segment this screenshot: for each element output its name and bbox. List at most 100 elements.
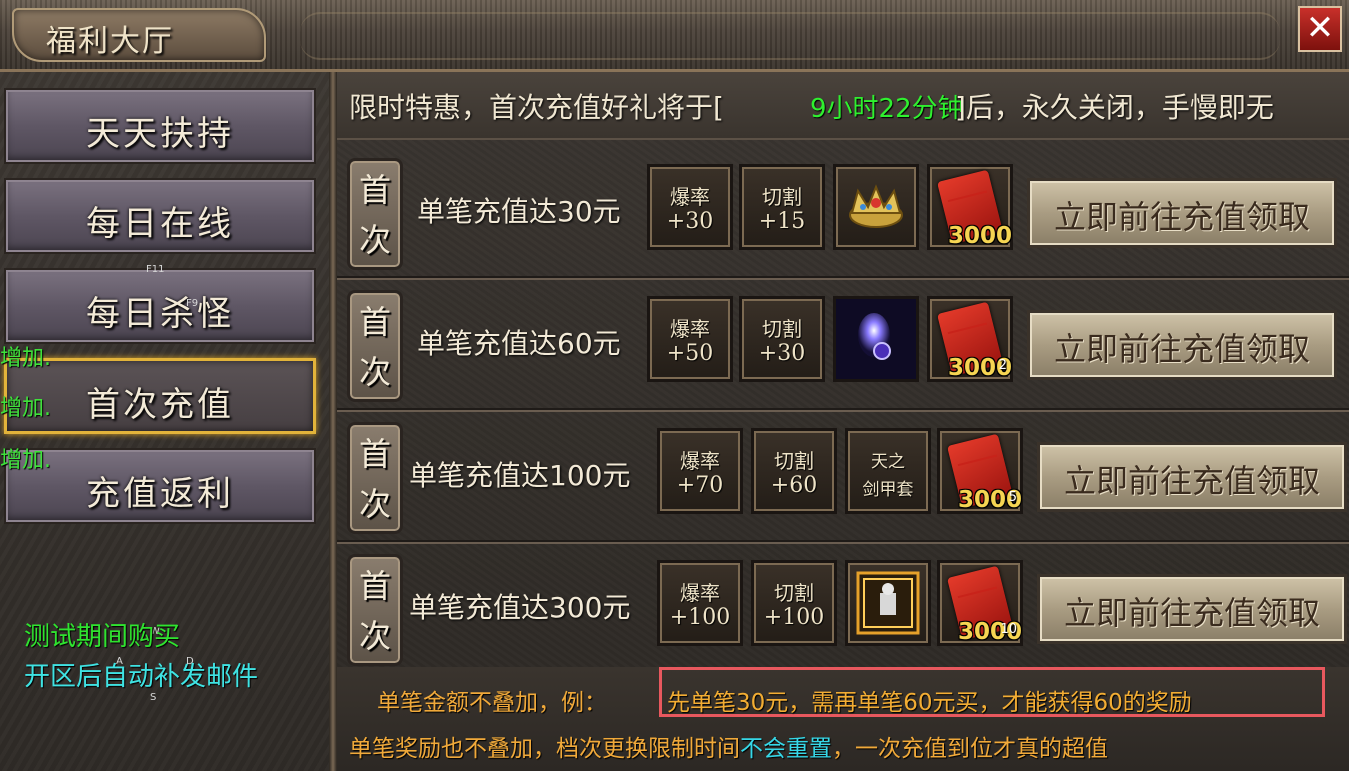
reward-red-envelope[interactable]: 3000 5 (937, 428, 1023, 514)
claim-label: 立即前往充值领取 (1053, 330, 1310, 368)
banner-suffix: ]后，永久关闭，手慢即无 (955, 91, 1274, 124)
rule-line-2-a: 单笔奖励也不叠加，档次更换限制时间 (349, 736, 740, 762)
sidebar-item-daily-kill[interactable]: 每日杀怪 (4, 268, 316, 344)
first-time-badge: 首 次 (347, 422, 403, 534)
status-tag: 增加. (0, 448, 51, 473)
reward-cut[interactable]: 切割 +60 (751, 428, 837, 514)
reward-label: 切割 (774, 449, 814, 473)
first-time-badge: 首 次 (347, 554, 403, 666)
reward-label: 切割 (762, 185, 802, 209)
badge-char: 次 (358, 353, 391, 391)
rule-line-1-highlight: 先单笔30元，需再单笔60元买，才能获得60的奖励 (667, 690, 1192, 716)
claim-button[interactable]: 立即前往充值领取 (1027, 178, 1337, 248)
tier-requirement: 单笔充值达100元 (409, 459, 631, 492)
tier-requirement: 单笔充值达30元 (417, 195, 621, 228)
rule-line-2-b: 不会重置 (740, 736, 832, 762)
badge-char: 首 (358, 435, 391, 473)
reward-cut[interactable]: 切割 +15 (739, 164, 825, 250)
reward-label: 天之 (871, 452, 905, 472)
reward-drop-rate[interactable]: 爆率 +30 (647, 164, 733, 250)
reward-sword-armor-set[interactable]: 天之 剑甲套 (845, 428, 931, 514)
reward-cut[interactable]: 切割 +100 (751, 560, 837, 646)
reward-label: 爆率 (670, 317, 710, 341)
reward-value: +70 (676, 473, 724, 498)
badge-char: 次 (358, 485, 391, 523)
title-ornament (300, 12, 1280, 60)
item-stack: 10 (1000, 622, 1017, 637)
claim-label: 立即前往充值领取 (1063, 594, 1320, 632)
sidebar-item-label: 充值返利 (86, 474, 234, 514)
banner-prefix: 限时特惠，首次充值好礼将于[ (349, 91, 724, 124)
hotkey-label: S (150, 692, 157, 703)
rules-footer: 单笔金额不叠加，例： 先单笔30元，需再单笔60元买，才能获得60的奖励 单笔奖… (337, 667, 1349, 771)
reward-value: +30 (666, 209, 714, 234)
sidebar-item-daily-online[interactable]: 每日在线 (4, 178, 316, 254)
claim-button[interactable]: 立即前往充值领取 (1027, 310, 1337, 380)
reward-label: 爆率 (680, 581, 720, 605)
reward-drop-rate[interactable]: 爆率 +100 (657, 560, 743, 646)
claim-label: 立即前往充值领取 (1063, 462, 1320, 500)
reward-ring[interactable] (833, 296, 919, 382)
close-button[interactable]: ✕ (1298, 6, 1342, 52)
badge-char: 次 (358, 617, 391, 655)
title-plate: 福利大厅 (12, 8, 266, 62)
sidebar-divider (329, 72, 337, 771)
reward-value: +30 (758, 341, 806, 366)
crown-icon (849, 184, 903, 228)
reward-crown[interactable] (833, 164, 919, 250)
rule-line-1-prefix: 单笔金额不叠加，例： (377, 690, 607, 716)
reward-red-envelope[interactable]: 3000 2 (927, 296, 1013, 382)
hotkey-label: F9 (186, 298, 199, 309)
reward-drop-rate[interactable]: 爆率 +50 (647, 296, 733, 382)
reward-label: 切割 (774, 581, 814, 605)
reward-cut[interactable]: 切割 +30 (739, 296, 825, 382)
item-amount: 3000 (948, 223, 1013, 249)
armor-icon (856, 571, 920, 635)
reward-red-envelope[interactable]: 3000 10 (937, 560, 1023, 646)
claim-label: 立即前往充值领取 (1053, 198, 1310, 236)
reward-armor[interactable] (845, 560, 931, 646)
reward-value: +50 (666, 341, 714, 366)
welfare-window: 福利大厅 ✕ 天天扶持 每日在线 每日杀怪 首次充值 充值返利 F11 F9 W… (0, 0, 1349, 771)
reward-label: 爆率 (680, 449, 720, 473)
window-title: 福利大厅 (46, 24, 174, 59)
sidebar-item-label: 首次充值 (86, 385, 234, 425)
claim-button[interactable]: 立即前往充值领取 (1037, 442, 1347, 512)
reward-label: 爆率 (670, 185, 710, 209)
tier-row: 首 次 单笔充值达100元 爆率 +70 切割 +60 天之 剑甲套 3000 … (337, 408, 1349, 542)
tier-row: 首 次 单笔充值达300元 爆率 +100 切割 +100 3000 10 立即… (337, 540, 1349, 674)
tier-requirement: 单笔充值达60元 (417, 327, 621, 360)
sidebar-item-label: 天天扶持 (86, 114, 234, 154)
claim-button[interactable]: 立即前往充值领取 (1037, 574, 1347, 644)
reward-value: +15 (758, 209, 806, 234)
ring-icon (836, 299, 916, 379)
badge-char: 首 (358, 303, 391, 341)
item-stack: 2 (998, 358, 1007, 373)
status-tag: 增加. (0, 396, 51, 421)
sidebar-item-daily-support[interactable]: 天天扶持 (4, 88, 316, 164)
reward-value: +60 (770, 473, 818, 498)
reward-value: +100 (669, 605, 731, 630)
test-period-note: 测试期间购买 (24, 622, 181, 652)
badge-char: 首 (358, 567, 391, 605)
countdown-banner: 限时特惠，首次充值好礼将于[ 9小时22分钟 ]后，永久关闭，手慢即无 (337, 72, 1349, 140)
badge-char: 次 (358, 221, 391, 259)
main-panel: 限时特惠，首次充值好礼将于[ 9小时22分钟 ]后，永久关闭，手慢即无 首 次 … (337, 72, 1349, 771)
first-time-badge: 首 次 (347, 290, 403, 402)
item-stack: 5 (1008, 490, 1017, 505)
title-bar: 福利大厅 ✕ (0, 0, 1349, 72)
reward-drop-rate[interactable]: 爆率 +70 (657, 428, 743, 514)
tier-row: 首 次 单笔充值达30元 爆率 +30 切割 +15 3000 立即前往充值领取 (337, 144, 1349, 278)
tier-requirement: 单笔充值达300元 (409, 591, 631, 624)
mail-reissue-note: 开区后自动补发邮件 (24, 662, 259, 692)
reward-value: 剑甲套 (862, 480, 914, 500)
reward-label: 切割 (762, 317, 802, 341)
sidebar-item-label: 每日在线 (86, 204, 234, 244)
tier-row: 首 次 单笔充值达60元 爆率 +50 切割 +30 3000 2 立即前往充值… (337, 276, 1349, 410)
badge-char: 首 (358, 171, 391, 209)
reward-red-envelope[interactable]: 3000 (927, 164, 1013, 250)
rule-line-2: 单笔奖励也不叠加，档次更换限制时间不会重置，一次充值到位才真的超值 (349, 729, 1108, 763)
countdown-timer: 9小时22分钟 (810, 94, 964, 124)
reward-value: +100 (763, 605, 825, 630)
sidebar-item-label: 每日杀怪 (86, 294, 234, 334)
